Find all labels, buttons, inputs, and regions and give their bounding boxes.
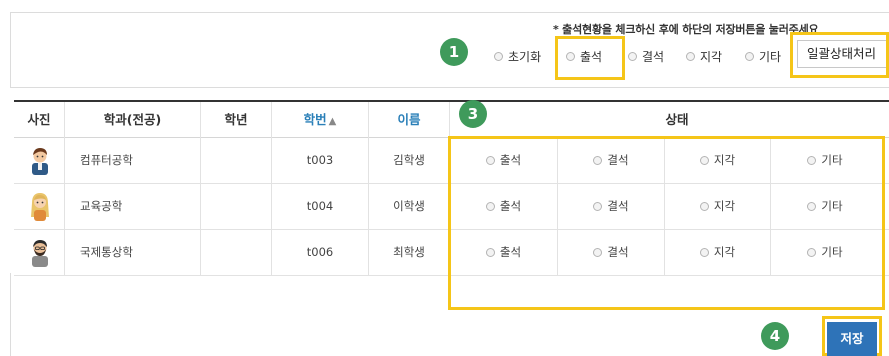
radio-icon[interactable]	[494, 52, 503, 61]
divider	[449, 102, 450, 137]
bulk-option-other[interactable]: 기타	[745, 48, 781, 65]
step-badge-3: 3	[459, 100, 487, 128]
bulk-option-reset[interactable]: 초기화	[494, 48, 541, 65]
save-button[interactable]: 저장	[827, 322, 877, 356]
highlight-box-bulk-select	[790, 32, 889, 78]
highlight-box-present	[555, 36, 625, 80]
divider	[368, 102, 369, 137]
male-student-avatar-icon	[32, 148, 48, 175]
step-badge-1: 1	[440, 38, 468, 66]
student-id-cell: t003	[306, 153, 334, 167]
highlight-box-status-options	[448, 136, 885, 310]
header-student-id[interactable]: 학번 ▲	[272, 102, 368, 137]
divider	[200, 102, 201, 137]
dept-cell: 교육공학	[80, 199, 123, 213]
header-photo: 사진	[27, 112, 51, 127]
student-id-cell: t006	[306, 245, 334, 259]
radio-icon[interactable]	[745, 52, 754, 61]
female-student-avatar-icon	[31, 193, 49, 221]
divider	[271, 102, 272, 137]
header-name[interactable]: 이름	[369, 102, 449, 137]
student-id-cell: t004	[306, 199, 334, 213]
sort-up-arrow-icon[interactable]: ▲	[329, 116, 337, 127]
dept-cell: 국제통상학	[80, 245, 133, 259]
header-status: 상태	[665, 112, 689, 127]
name-cell: 최학생	[393, 245, 425, 259]
year-cell	[201, 183, 271, 229]
instruction-notice: * 출석현황을 체크하신 후에 하단의 저장버튼을 눌러주세요	[553, 23, 819, 36]
radio-icon[interactable]	[628, 52, 637, 61]
bearded-student-avatar-icon	[32, 240, 48, 267]
name-cell: 이학생	[393, 199, 425, 213]
divider	[64, 102, 65, 137]
bulk-option-late[interactable]: 지각	[686, 48, 722, 65]
bulk-option-absent[interactable]: 결석	[628, 48, 664, 65]
year-cell	[201, 137, 271, 183]
step-badge-4: 4	[761, 322, 789, 350]
year-cell	[201, 229, 271, 275]
table-header-row: 사진 학과(전공) 학년 학번 ▲ 이름 상태	[14, 102, 889, 138]
divider	[10, 273, 11, 356]
header-year: 학년	[224, 112, 248, 127]
dept-cell: 컴퓨터공학	[80, 153, 133, 167]
radio-icon[interactable]	[686, 52, 695, 61]
header-dept: 학과(전공)	[103, 112, 162, 127]
name-cell: 김학생	[393, 153, 425, 167]
